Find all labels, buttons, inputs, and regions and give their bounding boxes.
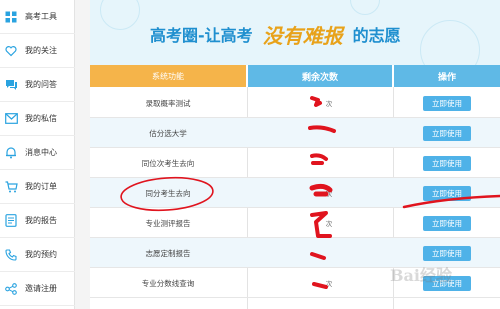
use-now-button[interactable]: 立即使用 [423, 215, 471, 231]
bell-icon [4, 146, 18, 160]
function-name: 同位次考生去向 [141, 158, 195, 168]
remaining-count: 次 [248, 208, 392, 238]
count-unit: 次 [325, 220, 333, 228]
function-name: 专业分数线查询 [141, 278, 195, 288]
table-row: 同位次考生去向 立即使用 [90, 148, 500, 178]
sidebar: 高考工具 我的关注 我的问答 我的私信 消息中心 我的订单 我的报告 我的预约 … [0, 0, 75, 309]
function-name: 志愿定制报告 [145, 248, 191, 258]
sidebar-item-label: 我的报告 [25, 216, 57, 225]
table-row: 估分选大学 立即使用 [90, 118, 500, 148]
sidebar-item-label: 邀请注册 [25, 284, 57, 293]
banner-title-part3: 的志愿 [352, 26, 401, 45]
column-header-action: 操作 [394, 65, 500, 87]
function-name: 专业测评报告 [145, 218, 191, 228]
banner: 高考圈-让高考 没有难报 的志愿 [90, 0, 500, 65]
count-unit: 次 [325, 190, 333, 198]
use-now-button[interactable]: 立即使用 [423, 245, 471, 261]
mail-icon [4, 112, 18, 126]
count-unit: 次 [325, 280, 333, 288]
sidebar-item-follow[interactable]: 我的关注 [0, 34, 75, 68]
sidebar-item-qa[interactable]: 我的问答 [0, 68, 75, 102]
sidebar-item-label: 高考工具 [25, 12, 57, 21]
count-unit: 次 [325, 100, 333, 108]
sidebar-item-tools[interactable]: 高考工具 [0, 0, 75, 34]
remaining-count [248, 118, 392, 148]
function-name: 估分选大学 [149, 128, 187, 138]
function-name: 同分考生去向 [145, 188, 191, 198]
use-now-button[interactable]: 立即使用 [423, 125, 471, 141]
sidebar-item-messages[interactable]: 我的私信 [0, 102, 75, 136]
sidebar-item-appointments[interactable]: 我的预约 [0, 238, 75, 272]
banner-title-highlight: 没有难报 [262, 23, 343, 48]
remaining-count: 次 [248, 178, 392, 208]
decor-circle [350, 0, 380, 15]
chat-icon [4, 78, 18, 92]
decor-circle [420, 20, 480, 65]
sidebar-item-reports[interactable]: 我的报告 [0, 204, 75, 238]
function-name: 录取概率测试 [145, 98, 191, 108]
sidebar-item-label: 消息中心 [25, 148, 57, 157]
remaining-count: 次 [248, 268, 392, 298]
decor-circle [100, 0, 140, 30]
banner-title-part1: 高考圈-让高考 [150, 26, 253, 45]
sidebar-item-orders[interactable]: 我的订单 [0, 170, 75, 204]
sidebar-item-label: 我的关注 [25, 46, 57, 55]
sidebar-item-invite[interactable]: 邀请注册 [0, 272, 75, 306]
sidebar-item-notifications[interactable]: 消息中心 [0, 136, 75, 170]
table-row: 专业测评报告 次 立即使用 [90, 208, 500, 238]
use-now-button[interactable]: 立即使用 [423, 155, 471, 171]
sidebar-item-label: 我的预约 [25, 250, 57, 259]
grid-icon [4, 10, 18, 24]
phone-icon [4, 248, 18, 262]
share-icon [4, 282, 18, 296]
use-now-button[interactable]: 立即使用 [423, 95, 471, 111]
remaining-count [248, 148, 392, 178]
remaining-count: 次 [248, 88, 392, 118]
use-now-button[interactable]: 立即使用 [423, 185, 471, 201]
cart-icon [4, 180, 18, 194]
heart-icon [4, 44, 18, 58]
column-header-remaining: 剩余次数 [248, 65, 392, 87]
table-row: 录取概率测试 次 立即使用 [90, 88, 500, 118]
sidebar-item-label: 我的私信 [25, 114, 57, 123]
watermark: Bai经验 [390, 266, 452, 285]
sidebar-item-label: 我的订单 [25, 182, 57, 191]
column-header-function: 系统功能 [90, 65, 246, 87]
report-icon [4, 214, 18, 228]
remaining-count [248, 238, 392, 268]
sidebar-item-label: 我的问答 [25, 80, 57, 89]
banner-title: 高考圈-让高考 没有难报 的志愿 [150, 20, 401, 48]
table-row: 同分考生去向 次 立即使用 [90, 178, 500, 208]
